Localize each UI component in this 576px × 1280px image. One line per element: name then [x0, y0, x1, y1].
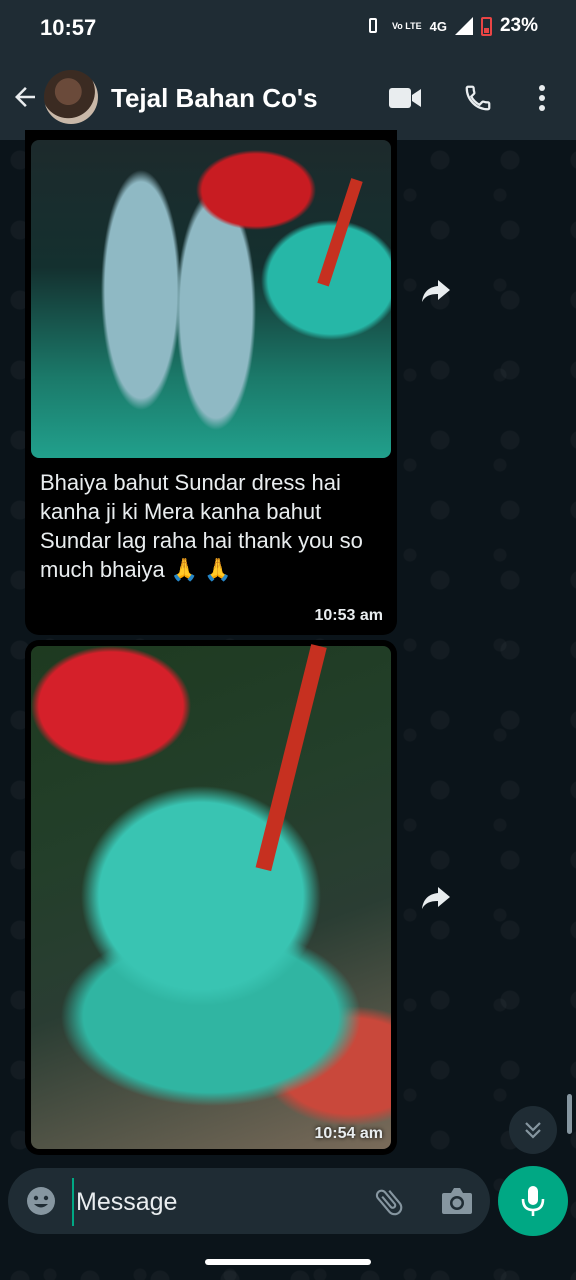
scroll-to-bottom-button[interactable]	[509, 1106, 557, 1154]
status-time: 10:57	[40, 15, 97, 40]
more-options-button[interactable]	[525, 82, 559, 114]
image-detail	[317, 178, 363, 287]
scrollbar[interactable]	[567, 1094, 572, 1134]
message-image[interactable]	[31, 644, 391, 1149]
status-icons: Vo LTE 4G 23%	[364, 15, 538, 37]
more-vert-icon	[539, 85, 545, 111]
battery-icon	[480, 16, 492, 36]
message-input[interactable]	[72, 1178, 368, 1226]
vibrate-icon	[364, 17, 384, 35]
back-arrow-icon[interactable]	[10, 82, 40, 112]
emoji-icon[interactable]	[25, 1185, 57, 1217]
video-call-icon	[389, 88, 421, 108]
message-bubble[interactable]: 10:54 am	[25, 640, 397, 1155]
contact-name[interactable]: Tejal Bahan Co's	[111, 83, 318, 114]
voice-message-button[interactable]	[498, 1166, 568, 1236]
video-call-button[interactable]	[388, 82, 422, 114]
network-type: 4G	[429, 18, 447, 34]
chevron-down-icon	[525, 1122, 541, 1139]
phone-icon	[465, 85, 491, 111]
status-bar: 10:57 Vo LTE 4G 23%	[0, 0, 576, 56]
camera-icon[interactable]	[440, 1185, 474, 1217]
message-image[interactable]	[31, 140, 391, 458]
message-text: Bhaiya bahut Sundar dress hai kanha ji k…	[40, 470, 363, 582]
chat-header: Tejal Bahan Co's	[0, 56, 576, 140]
forward-icon[interactable]	[421, 885, 451, 911]
image-detail	[255, 644, 327, 872]
avatar[interactable]	[44, 70, 98, 124]
mic-icon	[521, 1186, 545, 1216]
message-time: 10:53 am	[314, 607, 384, 624]
message-time: 10:54 am	[314, 1125, 384, 1142]
gesture-nav-bar[interactable]	[205, 1259, 371, 1265]
forward-icon[interactable]	[421, 278, 451, 304]
signal-icon	[454, 17, 473, 35]
attach-icon[interactable]	[372, 1185, 406, 1219]
volte-label: Vo LTE	[391, 20, 422, 31]
battery-percent: 23%	[499, 15, 538, 36]
message-bubble[interactable]: Bhaiya bahut Sundar dress hai kanha ji k…	[25, 130, 397, 635]
message-composer	[8, 1168, 490, 1234]
voice-call-button[interactable]	[461, 82, 495, 114]
